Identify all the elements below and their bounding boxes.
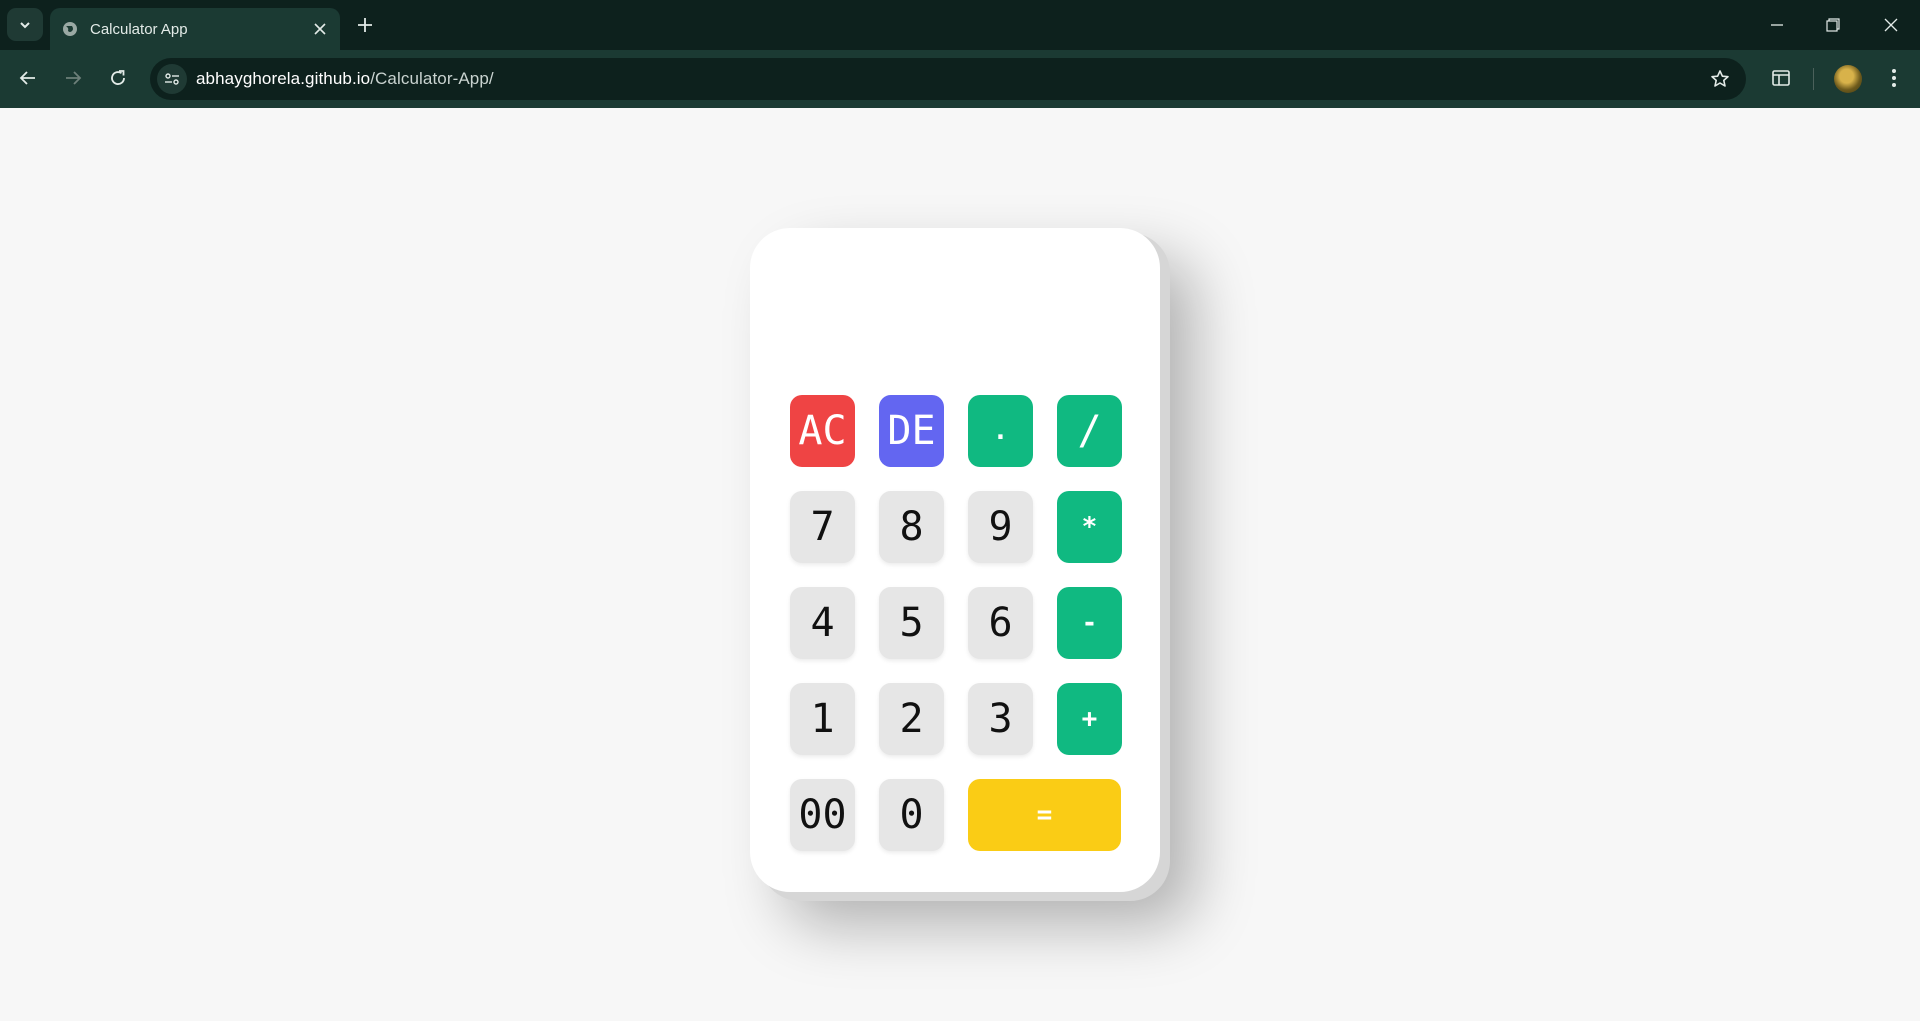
toolbar-separator xyxy=(1813,68,1814,90)
url-text: abhayghorela.github.io/Calculator-App/ xyxy=(196,69,494,89)
forward-icon[interactable] xyxy=(58,63,88,93)
digit-9-button[interactable]: 9 xyxy=(968,491,1033,563)
browser-toolbar: abhayghorela.github.io/Calculator-App/ xyxy=(0,50,1920,108)
close-icon[interactable] xyxy=(308,17,332,41)
digit-8-button[interactable]: 8 xyxy=(879,491,944,563)
url-host: abhayghorela.github.io xyxy=(196,69,371,88)
equals-button[interactable]: = xyxy=(968,779,1121,851)
digit-2-button[interactable]: 2 xyxy=(879,683,944,755)
tab-strip: Calculator App xyxy=(0,0,1920,50)
delete-button[interactable]: DE xyxy=(879,395,944,467)
address-bar[interactable]: abhayghorela.github.io/Calculator-App/ xyxy=(150,58,1746,100)
divide-button[interactable]: / xyxy=(1057,395,1122,467)
multiply-button[interactable]: * xyxy=(1057,491,1122,563)
reload-icon[interactable] xyxy=(103,63,133,93)
digit-4-button[interactable]: 4 xyxy=(790,587,855,659)
digit-7-button[interactable]: 7 xyxy=(790,491,855,563)
more-menu-icon[interactable] xyxy=(1879,63,1909,93)
url-path: /Calculator-App/ xyxy=(370,69,494,88)
double-zero-button[interactable]: 00 xyxy=(790,779,855,851)
digit-6-button[interactable]: 6 xyxy=(968,587,1033,659)
restore-icon[interactable] xyxy=(1818,10,1848,40)
tab-search-button[interactable] xyxy=(7,8,43,41)
digit-0-button[interactable]: 0 xyxy=(879,779,944,851)
digit-1-button[interactable]: 1 xyxy=(790,683,855,755)
star-icon[interactable] xyxy=(1708,67,1732,91)
minus-button[interactable]: - xyxy=(1057,587,1122,659)
minimize-icon[interactable] xyxy=(1762,10,1792,40)
site-info-icon[interactable] xyxy=(157,64,187,94)
side-panel-icon[interactable] xyxy=(1766,63,1796,93)
calculator: AC DE . / 7 8 9 * 4 5 6 - 1 2 3 + 00 0 = xyxy=(750,228,1160,892)
chevron-down-icon xyxy=(20,21,30,28)
decimal-button[interactable]: . xyxy=(968,395,1033,467)
back-icon[interactable] xyxy=(13,63,43,93)
plus-button[interactable]: + xyxy=(1057,683,1122,755)
digit-3-button[interactable]: 3 xyxy=(968,683,1033,755)
plus-icon[interactable] xyxy=(352,12,378,38)
avatar[interactable] xyxy=(1834,65,1862,93)
tab-title: Calculator App xyxy=(90,20,188,38)
close-window-icon[interactable] xyxy=(1876,10,1906,40)
tab-calculator-app[interactable]: Calculator App xyxy=(50,8,340,50)
calculator-display xyxy=(790,278,1120,368)
all-clear-button[interactable]: AC xyxy=(790,395,855,467)
digit-5-button[interactable]: 5 xyxy=(879,587,944,659)
globe-icon xyxy=(62,21,78,37)
